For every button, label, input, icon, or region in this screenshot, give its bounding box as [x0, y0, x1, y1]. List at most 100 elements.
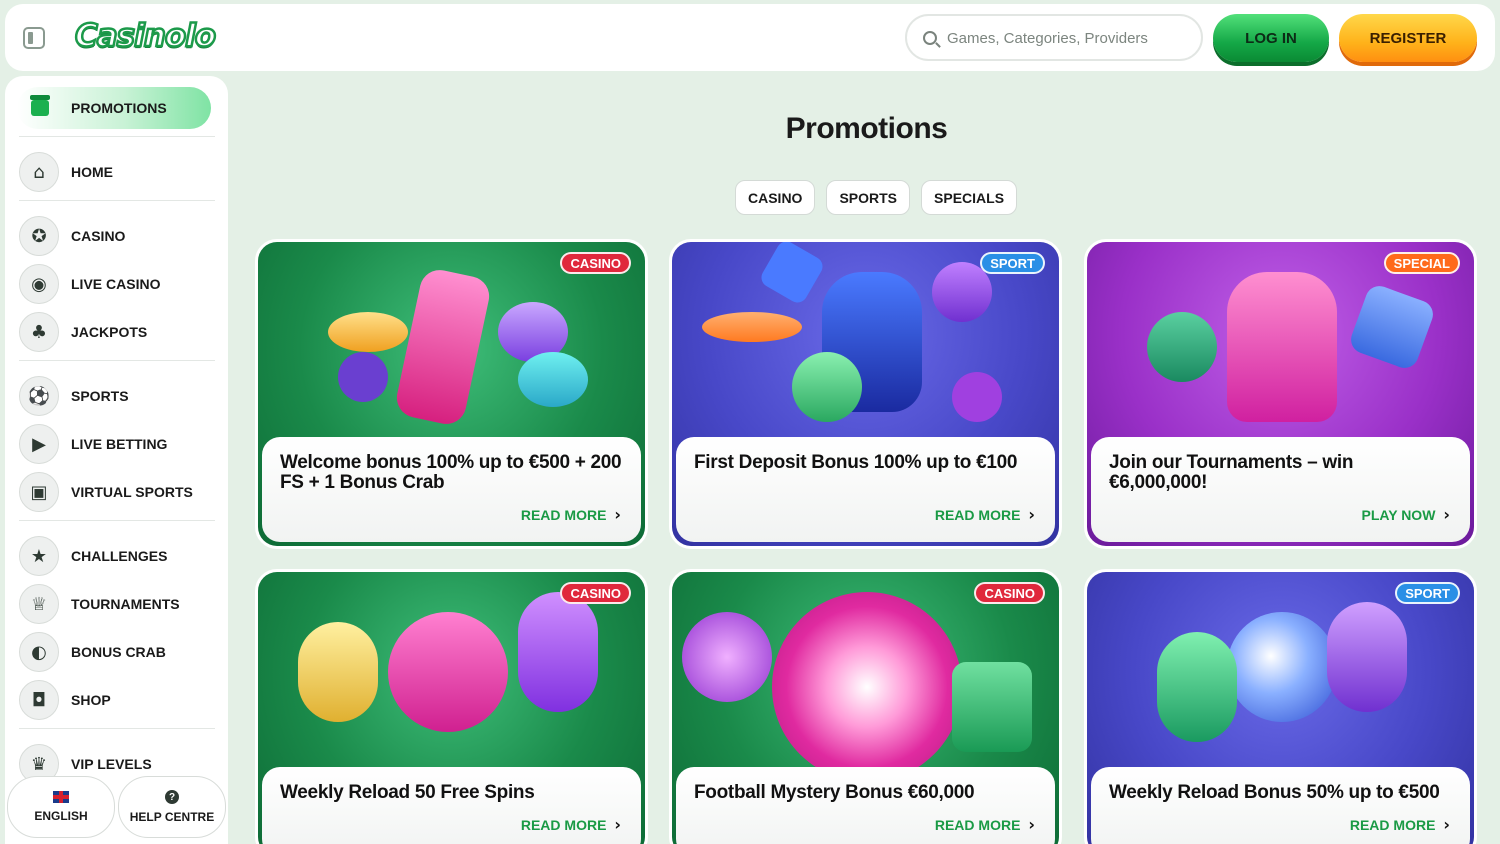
medal-shape [952, 372, 1002, 422]
category-badge: SPECIAL [1383, 252, 1460, 274]
language-button[interactable]: ENGLISH [7, 776, 115, 838]
sidebar-item-label: LIVE CASINO [71, 276, 161, 292]
promo-card[interactable]: CASINO Football Mystery Bonus €60,000 RE… [669, 569, 1062, 844]
search-icon [923, 31, 937, 45]
sidebar-item-label: VIP LEVELS [71, 756, 152, 772]
promo-card[interactable]: CASINO Welcome bonus 100% up to €500 + 2… [255, 239, 648, 549]
category-filters: CASINO SPORTS SPECIALS [735, 180, 1018, 215]
chevron-right-icon: › [1028, 815, 1035, 834]
divider [19, 136, 215, 137]
card-title: Football Mystery Bonus €60,000 [694, 782, 975, 803]
sidebar-item-sports[interactable]: ⚽ SPORTS [19, 376, 219, 416]
live-screen-icon: ▶ [19, 424, 59, 464]
chip-shape [682, 612, 772, 702]
card-title: Weekly Reload Bonus 50% up to €500 [1109, 782, 1440, 803]
card-title: Join our Tournaments – win €6,000,000! [1109, 452, 1354, 493]
register-button[interactable]: REGISTER [1339, 14, 1477, 62]
filter-sports[interactable]: SPORTS [826, 180, 911, 215]
lucky-seven-shape [393, 266, 493, 428]
sidebar-item-home[interactable]: ⌂ HOME [19, 152, 219, 192]
login-button[interactable]: LOG IN [1213, 14, 1329, 62]
purple-arrow-shape [1327, 602, 1407, 712]
promo-card[interactable]: CASINO Weekly Reload 50 Free Spins READ … [255, 569, 648, 844]
uk-flag-icon [53, 791, 69, 803]
virtual-monitor-icon: ▣ [19, 472, 59, 512]
chevron-right-icon: › [1028, 505, 1035, 524]
sidebar-item-label: JACKPOTS [71, 324, 148, 340]
search-input[interactable]: Games, Categories, Providers [905, 14, 1203, 61]
promo-card[interactable]: SPORT Weekly Reload Bonus 50% up to €500… [1084, 569, 1477, 844]
sidebar-item-jackpots[interactable]: ♣ JACKPOTS [19, 312, 219, 352]
sidebar-item-label: LIVE BETTING [71, 436, 168, 452]
casinolo-logo[interactable]: Casinolo [74, 17, 218, 56]
trophy-cup-shape [1227, 272, 1337, 422]
sidebar-item-promotions[interactable]: PROMOTIONS [17, 87, 211, 129]
sidebar-item-label: CASINO [71, 228, 126, 244]
card-info-panel: Weekly Reload 50 Free Spins READ MORE › [262, 767, 641, 844]
trophy-icon: ♕ [19, 584, 59, 624]
star-shape [757, 242, 827, 307]
sidebar-item-shop[interactable]: ◘ SHOP [19, 680, 219, 720]
read-more-link[interactable]: READ MORE › [521, 815, 621, 834]
sidebar-item-challenges[interactable]: ★ CHALLENGES [19, 536, 219, 576]
card-info-panel: Join our Tournaments – win €6,000,000! P… [1091, 437, 1470, 542]
card-title: First Deposit Bonus 100% up to €100 [694, 452, 1018, 473]
sidebar-toggle-icon[interactable] [23, 27, 45, 49]
category-badge: SPORT [1395, 582, 1460, 604]
gift-icon [30, 95, 50, 116]
cta-label: READ MORE [520, 816, 607, 833]
sidebar-item-label: PROMOTIONS [71, 100, 167, 116]
sidebar-item-live-casino[interactable]: ◉ LIVE CASINO [19, 264, 219, 304]
roulette-wheel-shape [772, 592, 962, 782]
chevron-right-icon: › [1443, 815, 1450, 834]
sidebar-item-bonus-crab[interactable]: ◐ BONUS CRAB [19, 632, 219, 672]
help-label: HELP CENTRE [129, 810, 215, 824]
star-shape [1347, 282, 1437, 372]
card-info-panel: Football Mystery Bonus €60,000 READ MORE… [676, 767, 1055, 844]
filter-casino[interactable]: CASINO [735, 180, 816, 215]
sidebar-item-tournaments[interactable]: ♕ TOURNAMENTS [19, 584, 219, 624]
promo-card[interactable]: SPECIAL Join our Tournaments – win €6,00… [1084, 239, 1477, 549]
dice-shape [952, 662, 1032, 752]
chevron-right-icon: › [1443, 505, 1450, 524]
cta-label: READ MORE [934, 506, 1021, 523]
card-title: Weekly Reload 50 Free Spins [280, 782, 535, 803]
help-icon: ? [165, 790, 179, 804]
card-title: Welcome bonus 100% up to €500 + 200 FS +… [280, 452, 622, 493]
clover-shape [388, 612, 508, 732]
sidebar-item-live-betting[interactable]: ▶ LIVE BETTING [19, 424, 219, 464]
roulette-icon: ◉ [19, 264, 59, 304]
casino-chip-icon: ✪ [19, 216, 59, 256]
cta-label: READ MORE [934, 816, 1021, 833]
football-shape [792, 352, 862, 422]
shopping-bag-icon: ◘ [19, 680, 59, 720]
category-badge: CASINO [560, 582, 631, 604]
divider [19, 360, 215, 361]
sidebar-item-virtual-sports[interactable]: ▣ VIRTUAL SPORTS [19, 472, 219, 512]
language-label: ENGLISH [34, 809, 88, 823]
sidebar-item-casino[interactable]: ✪ CASINO [19, 216, 219, 256]
play-now-link[interactable]: PLAY NOW › [1362, 505, 1451, 524]
read-more-link[interactable]: READ MORE › [935, 505, 1035, 524]
green-arrow-shape [1157, 632, 1237, 742]
spade-shape [338, 352, 388, 402]
sidebar-item-label: CHALLENGES [71, 548, 168, 564]
sidebar-item-label: BONUS CRAB [71, 644, 166, 660]
divider [19, 728, 215, 729]
football-icon: ⚽ [19, 376, 59, 416]
promo-card[interactable]: SPORT First Deposit Bonus 100% up to €10… [669, 239, 1062, 549]
home-icon: ⌂ [19, 152, 59, 192]
sidebar-item-label: VIRTUAL SPORTS [71, 484, 193, 500]
football-shape [1227, 612, 1337, 722]
sidebar-item-label: HOME [71, 164, 113, 180]
read-more-link[interactable]: READ MORE › [935, 815, 1035, 834]
yellow-arrow-shape [298, 622, 378, 722]
read-more-link[interactable]: READ MORE › [521, 505, 621, 524]
purple-arrow-shape [518, 592, 598, 712]
help-centre-button[interactable]: ? HELP CENTRE [118, 776, 226, 838]
filter-specials[interactable]: SPECIALS [921, 180, 1018, 215]
chevron-right-icon: › [614, 505, 621, 524]
divider [19, 200, 215, 201]
clover-shape [518, 352, 588, 407]
read-more-link[interactable]: READ MORE › [1350, 815, 1450, 834]
